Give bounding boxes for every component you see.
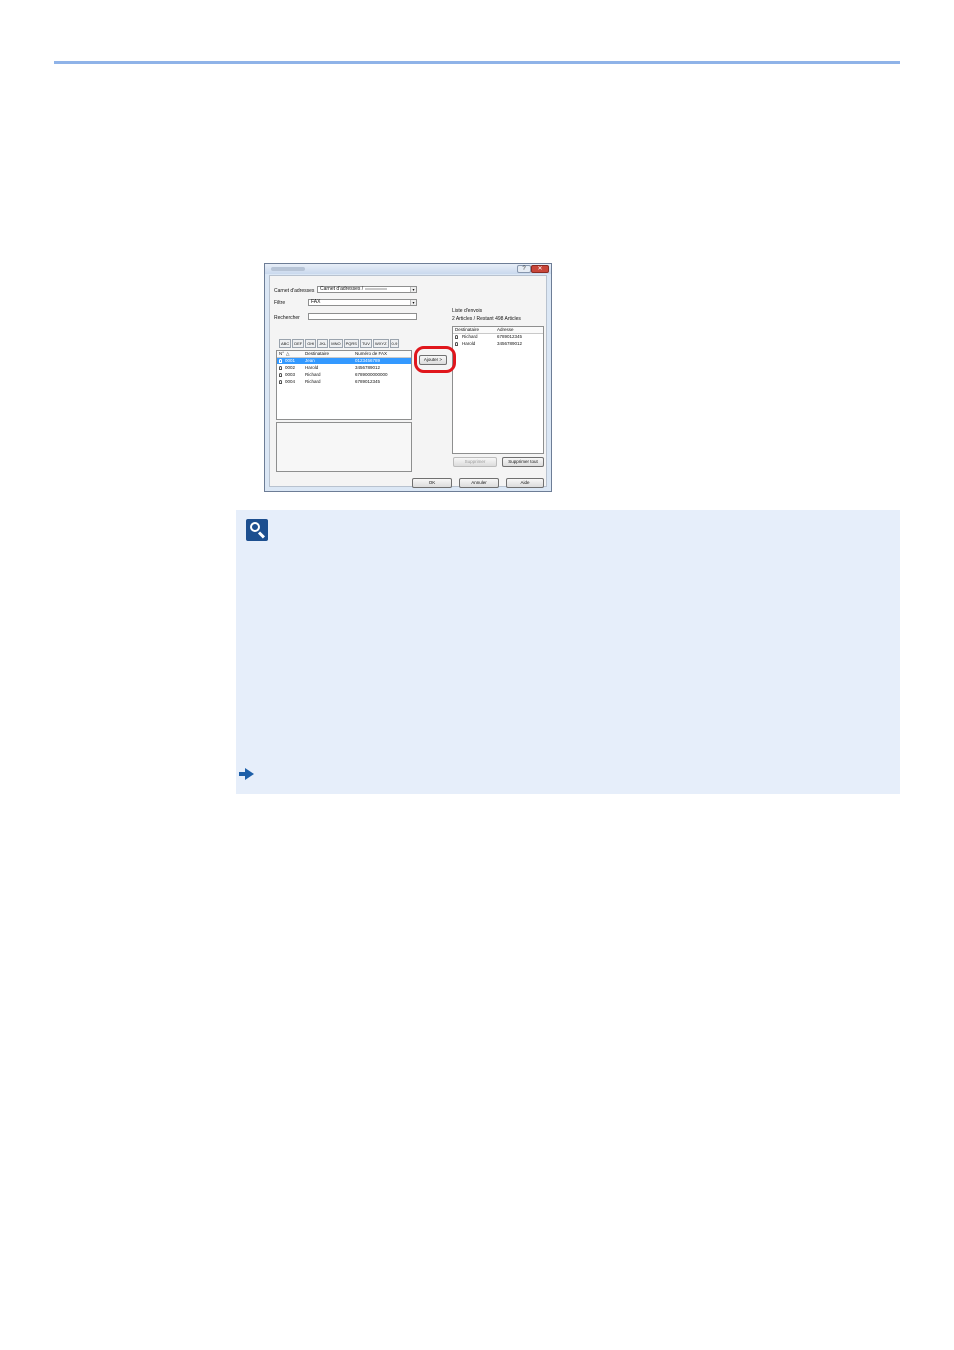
alphabet-tabs: ABC DEF GHI JKL MNO PQRS TUV WXYZ 0-9 xyxy=(279,339,400,348)
dest-recipient: Harold xyxy=(462,341,476,346)
table-row[interactable]: 0003 Richard 6789000000000 xyxy=(277,372,411,378)
delete-button[interactable]: Supprimer xyxy=(453,457,497,467)
note-magnifier-icon xyxy=(246,519,268,541)
tab-wxyz[interactable]: WXYZ xyxy=(372,339,389,348)
row-fax: 3456789012 xyxy=(355,365,381,370)
add-button-highlight xyxy=(414,346,456,373)
row-recipient: Harold xyxy=(305,365,319,370)
delete-all-button[interactable]: Supprimer tout xyxy=(502,457,544,467)
send-list[interactable]: Destinataire Adresse Richard 6789012345 … xyxy=(452,326,544,454)
address-list[interactable]: N° △ Destinataire Numéro de FAX 0001 Jea… xyxy=(276,350,412,420)
row-no: 0003 xyxy=(285,372,296,377)
dest-address: 6789012345 xyxy=(497,334,523,339)
table-row[interactable]: 0004 Richard 6789012345 xyxy=(277,379,411,385)
titlebar-help-button[interactable]: ? xyxy=(517,265,531,273)
row-recipient: Richard xyxy=(305,372,321,377)
send-list-label: Liste d'envois xyxy=(452,308,483,314)
filter-label: Filtre xyxy=(274,300,286,306)
search-input[interactable] xyxy=(308,313,417,320)
search-label: Rechercher xyxy=(274,315,300,321)
arrow-right-icon xyxy=(239,768,254,780)
filter-value: FAX xyxy=(311,299,321,305)
detail-panel xyxy=(276,422,412,472)
chevron-down-icon: ▾ xyxy=(410,287,416,292)
column-header-recipient[interactable]: Destinataire xyxy=(305,351,329,357)
address-book-value: Carnet d'adresses / xyxy=(320,286,364,292)
address-book-label: Carnet d'adresses xyxy=(274,288,315,294)
row-recipient: Richard xyxy=(305,379,321,384)
column-header-fax[interactable]: Numéro de FAX xyxy=(355,351,387,357)
titlebar-close-button[interactable]: ✕ xyxy=(531,265,549,273)
list-item[interactable]: Richard 6789012345 xyxy=(453,334,543,340)
row-fax: 0123456789 xyxy=(355,358,381,363)
row-no: 0004 xyxy=(285,379,296,384)
ok-button[interactable]: OK xyxy=(412,478,452,488)
column-header-no[interactable]: N° xyxy=(279,351,284,357)
dialog-titlebar: ? ✕ xyxy=(265,264,551,274)
tab-def[interactable]: DEF xyxy=(292,339,305,348)
tab-0-9[interactable]: 0-9 xyxy=(389,339,400,348)
send-list-header: Destinataire Adresse xyxy=(453,327,543,334)
person-icon xyxy=(279,373,282,377)
dialog-title-blurred xyxy=(271,267,305,271)
table-row[interactable]: 0001 Jean 0123456789 xyxy=(277,358,411,364)
tab-jkl[interactable]: JKL xyxy=(317,339,329,348)
tab-tuv[interactable]: TUV xyxy=(359,339,372,348)
person-icon xyxy=(279,359,282,363)
row-fax: 6789000000000 xyxy=(355,372,388,377)
filter-select[interactable]: FAX ▾ xyxy=(308,299,417,306)
address-book-select[interactable]: Carnet d'adresses / ▾ xyxy=(317,286,417,293)
help-button[interactable]: Aide xyxy=(506,478,544,488)
row-recipient: Jean xyxy=(305,358,315,363)
dialog-client-area: Carnet d'adresses Carnet d'adresses / ▾ … xyxy=(269,275,547,488)
person-icon xyxy=(279,366,282,370)
tab-pqrs[interactable]: PQRS xyxy=(343,339,359,348)
row-fax: 6789012345 xyxy=(355,379,381,384)
column-header-recipient[interactable]: Destinataire xyxy=(455,327,479,333)
list-item[interactable]: Harold 3456789012 xyxy=(453,341,543,347)
address-list-header: N° △ Destinataire Numéro de FAX xyxy=(277,351,411,358)
row-no: 0001 xyxy=(285,358,296,363)
tab-abc[interactable]: ABC xyxy=(279,339,292,348)
send-list-count: 2 Articles / Restant 498 Articles xyxy=(452,316,521,322)
dest-recipient: Richard xyxy=(462,334,478,339)
fax-contact-icon xyxy=(455,342,458,346)
row-no: 0002 xyxy=(285,365,296,370)
column-header-address[interactable]: Adresse xyxy=(497,327,514,333)
dest-address: 3456789012 xyxy=(497,341,523,346)
fax-contact-icon xyxy=(455,335,458,339)
address-book-value-blurred xyxy=(364,287,387,290)
address-book-dialog: ? ✕ Carnet d'adresses Carnet d'adresses … xyxy=(264,263,552,492)
note-box xyxy=(236,510,900,794)
tab-ghi[interactable]: GHI xyxy=(305,339,317,348)
cancel-button[interactable]: Annuler xyxy=(459,478,499,488)
chevron-down-icon: ▾ xyxy=(410,300,416,305)
header-rule xyxy=(54,61,900,64)
table-row[interactable]: 0002 Harold 3456789012 xyxy=(277,365,411,371)
tab-mno[interactable]: MNO xyxy=(329,339,343,348)
sort-ascending-icon: △ xyxy=(286,351,290,356)
person-icon xyxy=(279,380,282,384)
